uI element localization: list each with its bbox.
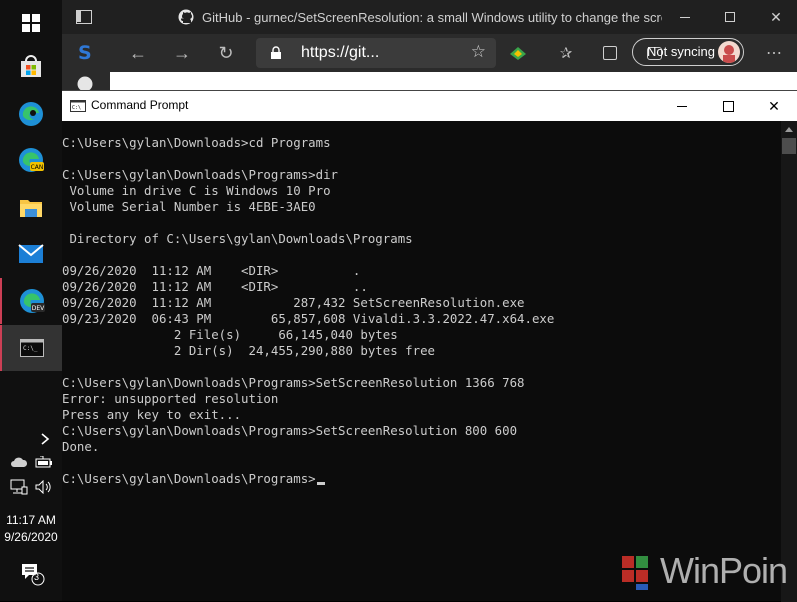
github-icon <box>178 9 194 25</box>
browser-page-content <box>110 72 797 92</box>
taskbar-file-explorer[interactable] <box>0 184 62 230</box>
edge-dev-icon: DEV <box>20 289 45 313</box>
browser-close-button[interactable]: ✕ <box>761 6 791 28</box>
edge-canary-icon: CAN <box>19 148 44 172</box>
battery-tray[interactable] <box>33 453 55 471</box>
onedrive-icon <box>11 457 28 467</box>
browser-tab-bar: GitHub - gurnec/SetScreenResolution: a s… <box>62 0 797 34</box>
sync-status-label: Not syncing <box>647 44 715 59</box>
svg-text:CAN: CAN <box>31 164 44 171</box>
chevron-up-icon <box>41 433 50 445</box>
text-cursor <box>316 482 325 485</box>
battery-icon <box>35 456 52 468</box>
svg-text:S: S <box>78 42 92 62</box>
cmd-app-icon: C:\ <box>70 100 86 112</box>
favorites-button[interactable]: ✰ <box>552 40 580 66</box>
browser-toolbar: ← → ↻ https://git... ☆ ✰ Not syncing ⋯ <box>110 34 797 72</box>
favorite-star-icon[interactable]: ☆ <box>471 42 486 62</box>
browser-window: GitHub - gurnec/SetScreenResolution: a s… <box>62 0 797 92</box>
volume-icon <box>35 480 51 494</box>
taskbar-store[interactable] <box>0 44 62 90</box>
notification-icon <box>22 564 45 586</box>
forward-arrow-icon: → <box>173 42 191 63</box>
action-center-button[interactable]: 3 <box>18 561 46 587</box>
volume-tray[interactable] <box>33 478 55 496</box>
notification-count-badge: 3 <box>34 572 40 582</box>
winpoin-logo-icon <box>622 556 648 590</box>
back-button[interactable]: ← <box>124 40 152 66</box>
svg-text:C:\: C:\ <box>72 105 81 111</box>
extension-icon[interactable] <box>508 44 528 62</box>
profile-sync-button[interactable]: Not syncing <box>632 38 744 66</box>
collections-button[interactable] <box>596 40 624 66</box>
browser-tab-title[interactable]: GitHub - gurnec/SetScreenResolution: a s… <box>202 10 662 25</box>
tab-actions-icon[interactable] <box>76 10 92 24</box>
cmd-window-title: Command Prompt <box>91 98 189 112</box>
console-scrollbar[interactable] <box>781 121 797 602</box>
cmd-maximize-button[interactable] <box>705 91 751 121</box>
command-prompt-icon: C:\_ <box>20 339 44 357</box>
profile-avatar <box>718 41 740 63</box>
favorites-list-icon: ✰ <box>559 45 573 62</box>
winpoin-watermark: WinPoin <box>622 550 792 598</box>
browser-restore-button[interactable] <box>715 6 745 28</box>
minimize-icon <box>677 105 687 107</box>
settings-menu-button[interactable]: ⋯ <box>760 40 788 66</box>
maximize-icon <box>722 100 734 112</box>
s-app-icon[interactable]: S <box>76 42 94 62</box>
back-arrow-icon: ← <box>129 42 147 63</box>
console-output-area[interactable]: C:\Users\gylan\Downloads>cd Programs C:\… <box>62 121 781 602</box>
taskbar: CAN DEV C:\_ 11:17 AM 9/26/2020 3 <box>0 0 62 601</box>
more-options-icon: ⋯ <box>766 45 782 62</box>
refresh-button[interactable]: ↻ <box>212 40 240 66</box>
edge-vertical-tabs: S <box>62 34 110 92</box>
taskbar-edge-dev[interactable]: DEV <box>0 278 62 324</box>
minimize-icon <box>680 16 690 18</box>
chevron-up-icon <box>785 126 793 132</box>
lock-icon <box>271 46 281 59</box>
svg-text:DEV: DEV <box>32 305 45 312</box>
onedrive-tray[interactable] <box>8 453 30 471</box>
edge-icon <box>19 102 43 126</box>
watermark-text: WinPoin <box>660 550 788 591</box>
taskbar-command-prompt[interactable]: C:\_ <box>0 325 62 371</box>
close-icon: ✕ <box>770 8 782 25</box>
start-button[interactable] <box>0 0 62 46</box>
show-hidden-icons-button[interactable] <box>35 430 55 448</box>
close-icon: ✕ <box>768 97 780 114</box>
console-output-text: C:\Users\gylan\Downloads>cd Programs C:\… <box>62 135 555 486</box>
mail-icon <box>18 244 44 263</box>
network-tray[interactable] <box>8 478 30 496</box>
windows-start-icon <box>22 14 40 32</box>
taskbar-edge[interactable] <box>0 91 62 137</box>
address-text: https://git... <box>301 44 380 61</box>
cmd-close-button[interactable]: ✕ <box>751 91 797 121</box>
address-bar[interactable]: https://git... ☆ <box>256 38 496 68</box>
taskbar-edge-canary[interactable]: CAN <box>0 137 62 183</box>
restore-icon <box>725 12 735 22</box>
refresh-icon: ↻ <box>218 42 234 63</box>
cmd-minimize-button[interactable] <box>659 91 705 121</box>
clock-date[interactable]: 9/26/2020 <box>0 530 62 544</box>
svg-text:C:\_: C:\_ <box>23 345 38 352</box>
forward-button[interactable]: → <box>168 40 196 66</box>
file-explorer-icon <box>20 200 42 217</box>
scroll-up-button[interactable] <box>781 121 797 137</box>
clock-time[interactable]: 11:17 AM <box>0 513 62 527</box>
network-icon <box>10 479 28 495</box>
collections-icon <box>603 46 617 60</box>
command-prompt-window: C:\ Command Prompt ✕ C:\Users\gylan\Down… <box>62 90 797 602</box>
taskbar-mail[interactable] <box>0 231 62 277</box>
scroll-thumb[interactable] <box>782 138 796 154</box>
cmd-title-bar[interactable]: C:\ Command Prompt ✕ <box>62 91 797 121</box>
store-icon <box>21 55 41 77</box>
browser-minimize-button[interactable] <box>670 6 700 28</box>
